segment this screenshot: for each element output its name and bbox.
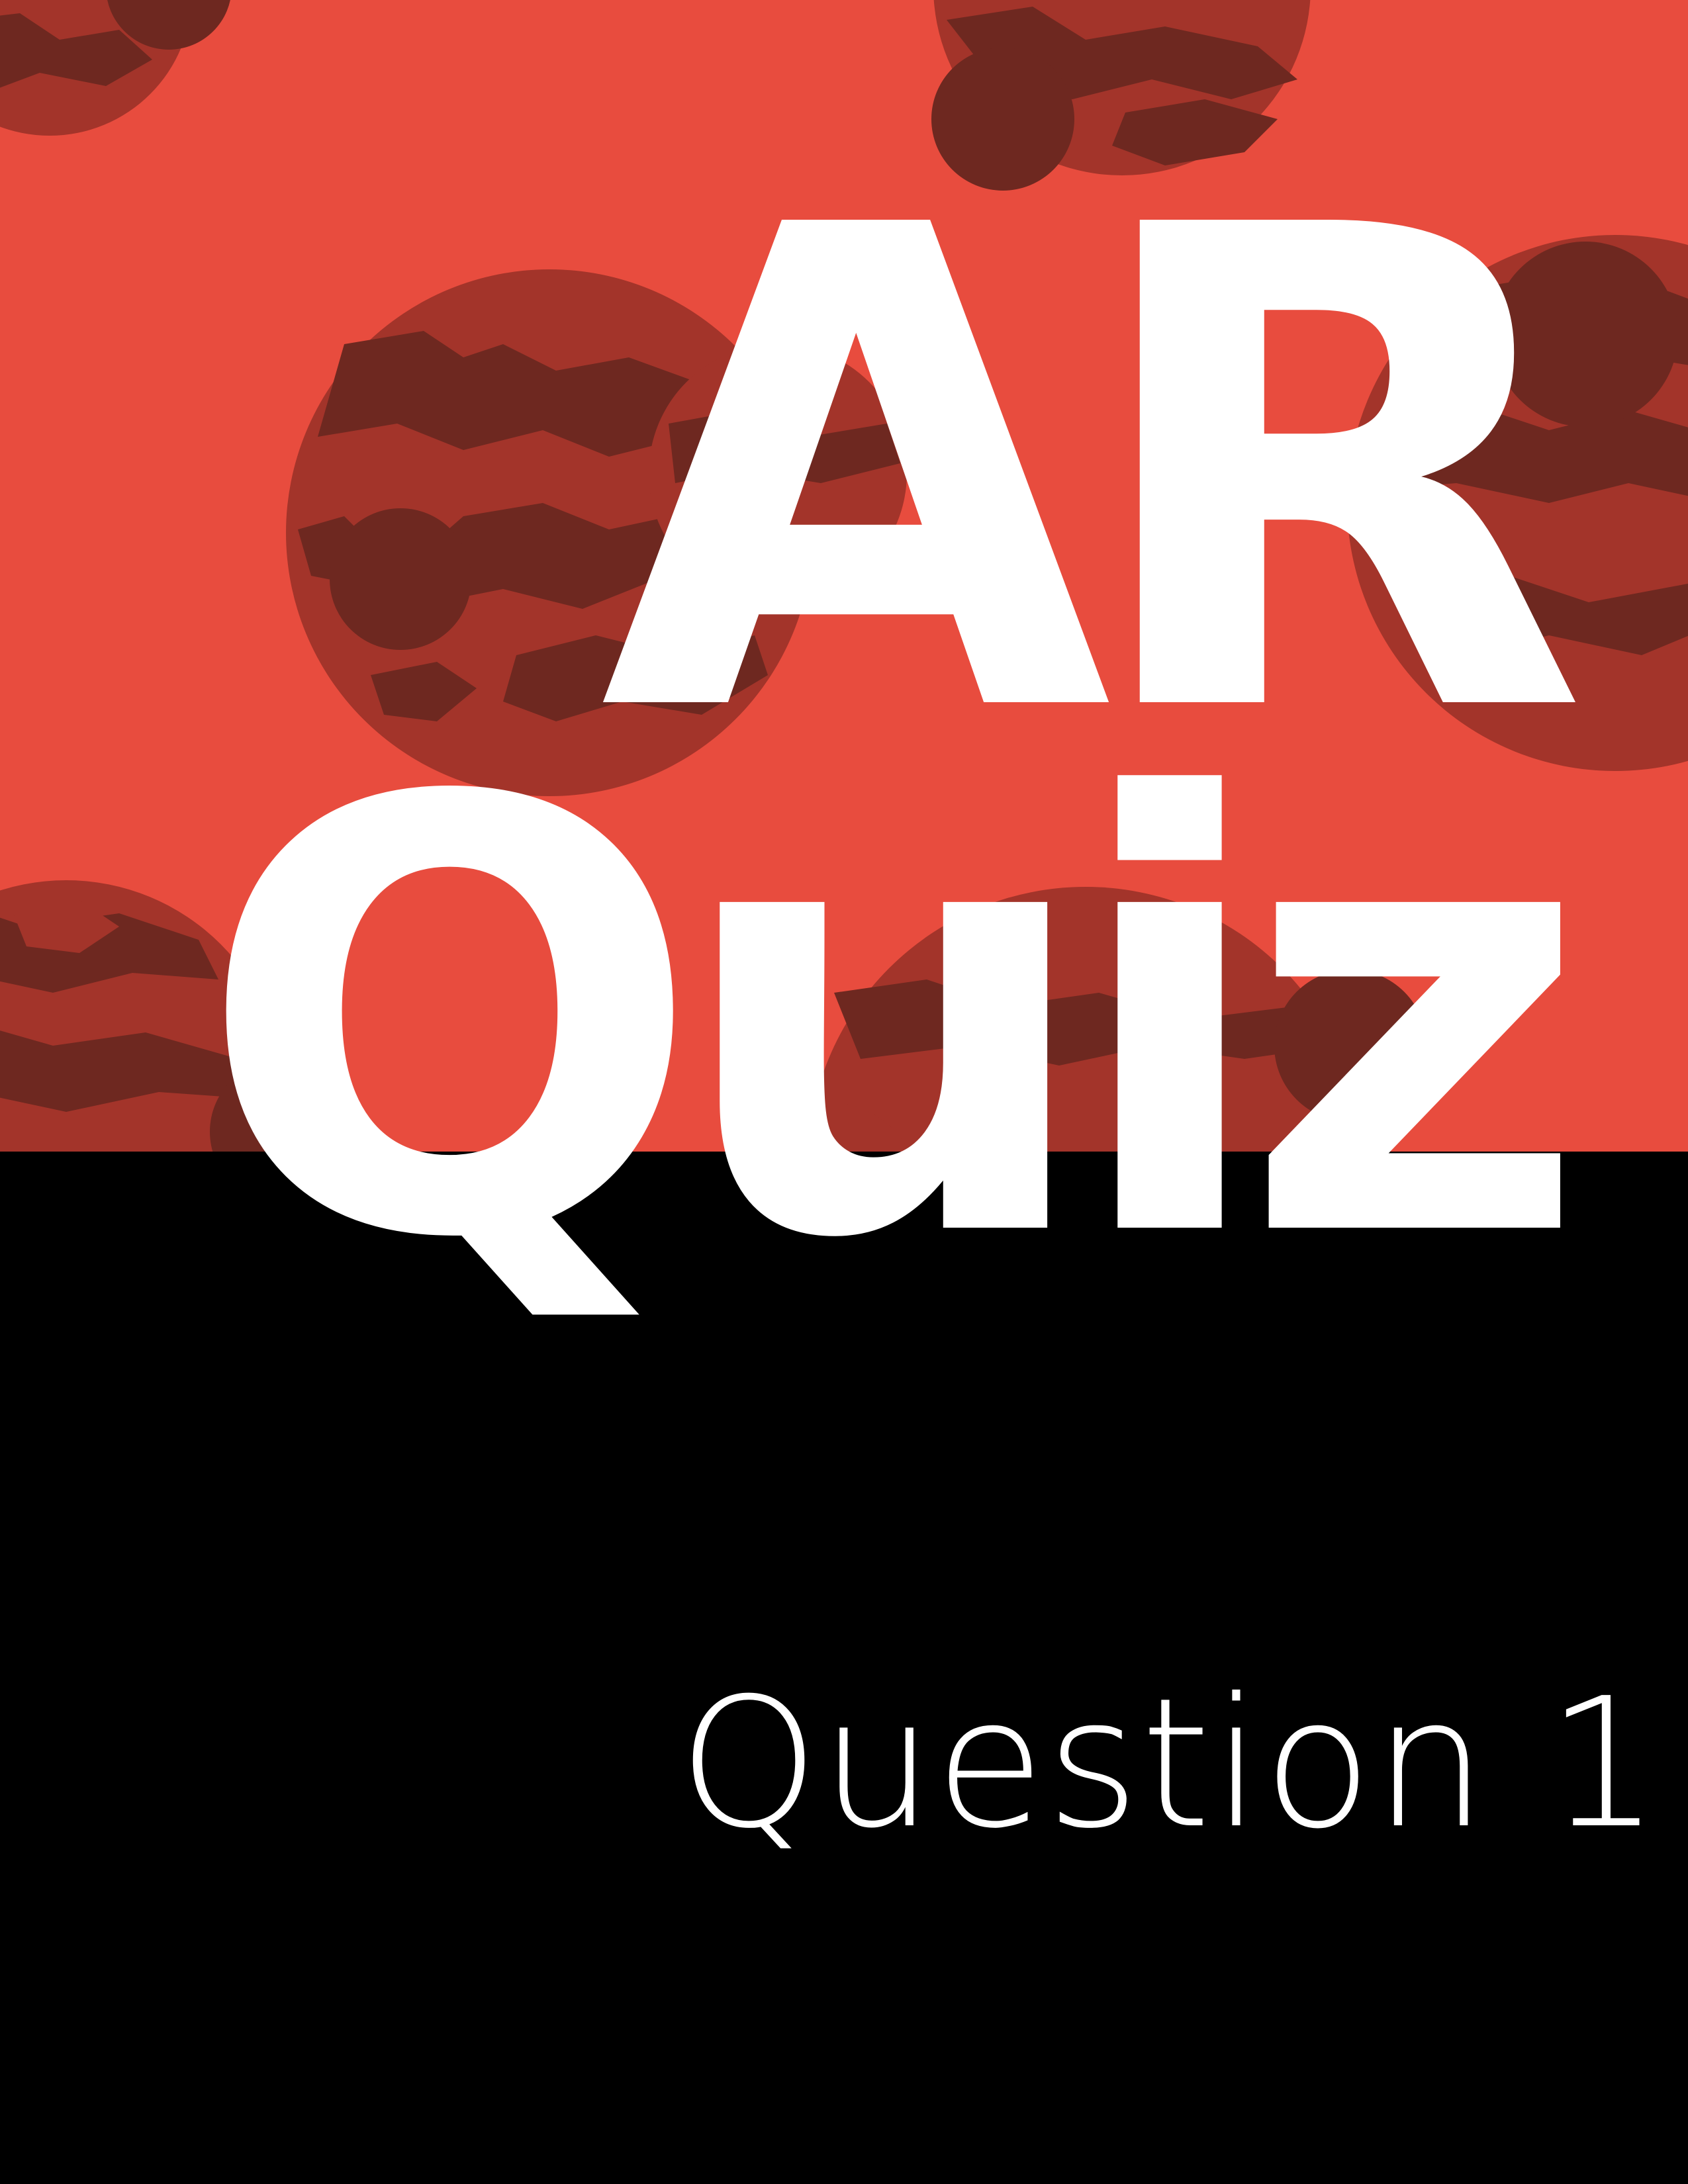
moon-icon	[330, 508, 471, 650]
quiz-cover: AR Quiz Question 1	[0, 0, 1688, 2184]
question-subtitle: Question 1	[678, 1659, 1662, 1868]
title-quiz: Quiz	[196, 676, 1589, 1369]
